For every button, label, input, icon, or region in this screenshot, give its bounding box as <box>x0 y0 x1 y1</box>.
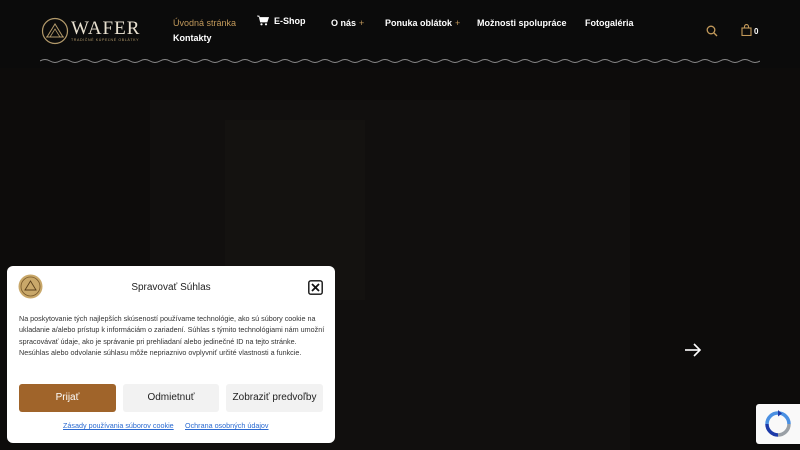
close-icon[interactable] <box>308 280 323 295</box>
nav-cooperation[interactable]: Možnosti spolupráce <box>477 18 567 28</box>
accept-button[interactable]: Prijať <box>19 384 116 412</box>
arrow-right-icon[interactable] <box>684 342 702 358</box>
cart-count: 0 <box>754 27 759 36</box>
view-preferences-button[interactable]: Zobraziť predvoľby <box>226 384 323 412</box>
logo-wordmark: WAFER <box>71 18 141 39</box>
search-icon[interactable] <box>706 25 718 37</box>
logo-emblem-icon <box>41 17 69 45</box>
nav-about[interactable]: O nás + <box>331 18 364 28</box>
nav-gallery[interactable]: Fotogaléria <box>585 18 634 28</box>
wafer-logo[interactable]: WAFER TRADIČNÉ KÚPEĽNÉ OBLÁTKY <box>40 17 142 45</box>
cart-icon <box>257 15 269 26</box>
cookie-consent-dialog: Spravovať Súhlas Na poskytovanie tých na… <box>7 266 335 443</box>
nav-home[interactable]: Úvodná stránka <box>173 18 236 28</box>
wave-divider <box>40 59 760 63</box>
shopping-bag-icon[interactable] <box>741 24 752 36</box>
consent-title: Spravovať Súhlas <box>131 282 211 293</box>
nav-wafer-offer-plus: + <box>455 18 461 28</box>
privacy-policy-link[interactable]: Ochrana osobných údajov <box>185 421 269 430</box>
recaptcha-icon <box>765 410 791 437</box>
nav-wafer-offer[interactable]: Ponuka oblátok + <box>385 18 460 28</box>
site-header: WAFER TRADIČNÉ KÚPEĽNÉ OBLÁTKY Úvodná st… <box>0 0 800 68</box>
nav-about-plus: + <box>359 18 365 28</box>
consent-description: Na poskytovanie tých najlepších skúsenos… <box>19 314 325 358</box>
nav-about-label: O nás <box>331 18 357 28</box>
logo-tagline: TRADIČNÉ KÚPEĽNÉ OBLÁTKY <box>71 38 140 42</box>
recaptcha-badge[interactable] <box>756 404 800 444</box>
deny-button[interactable]: Odmietnuť <box>123 384 219 412</box>
nav-contacts[interactable]: Kontakty <box>173 33 212 43</box>
nav-eshop[interactable]: E-Shop <box>274 16 306 26</box>
nav-wafer-offer-label: Ponuka oblátok <box>385 18 453 28</box>
cookie-policy-link[interactable]: Zásady používania súborov cookie <box>63 421 174 430</box>
